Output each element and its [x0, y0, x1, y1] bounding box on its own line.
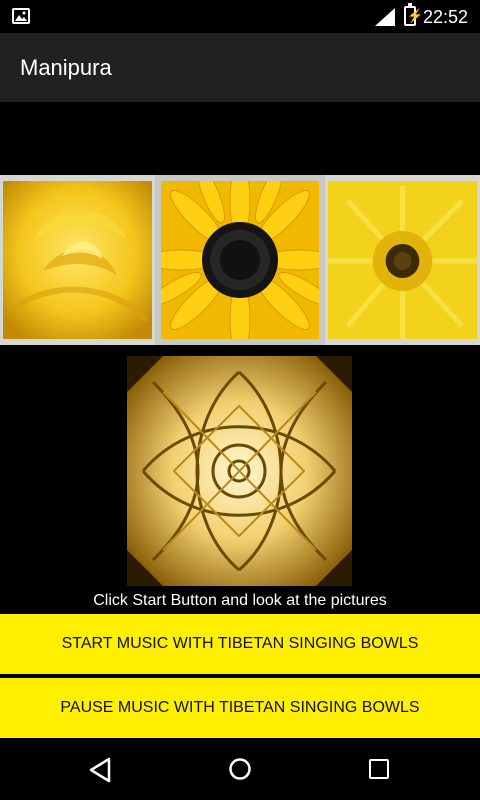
mandala-picture	[123, 352, 356, 590]
navigation-bar	[0, 740, 480, 800]
signal-icon	[375, 8, 395, 26]
yellow-gerbera-image	[328, 181, 477, 339]
status-time: 22:52	[422, 7, 468, 27]
black-eyed-susan-image	[161, 181, 319, 339]
recent-apps-icon[interactable]	[369, 759, 389, 779]
status-bar: ⚡ 22:52	[0, 0, 480, 33]
yellow-rose-image	[3, 181, 152, 339]
image-notification-icon	[12, 8, 30, 24]
gallery-item-susan[interactable]	[155, 175, 325, 345]
gallery-item-gerbera[interactable]	[325, 175, 480, 345]
image-gallery[interactable]	[0, 175, 480, 345]
home-icon[interactable]	[228, 757, 252, 781]
start-music-button[interactable]: START MUSIC WITH TIBETAN SINGING BOWLS	[0, 614, 480, 674]
battery-charging-icon: ⚡	[404, 3, 423, 26]
gallery-item-rose[interactable]	[0, 175, 155, 345]
pause-music-button[interactable]: PAUSE MUSIC WITH TIBETAN SINGING BOWLS	[0, 678, 480, 738]
app-bar: Manipura	[0, 33, 480, 102]
back-icon[interactable]	[88, 757, 112, 783]
instruction-text: Click Start Button and look at the pictu…	[93, 592, 387, 609]
golden-mandala-image	[127, 356, 352, 586]
app-title: Manipura	[20, 55, 112, 80]
